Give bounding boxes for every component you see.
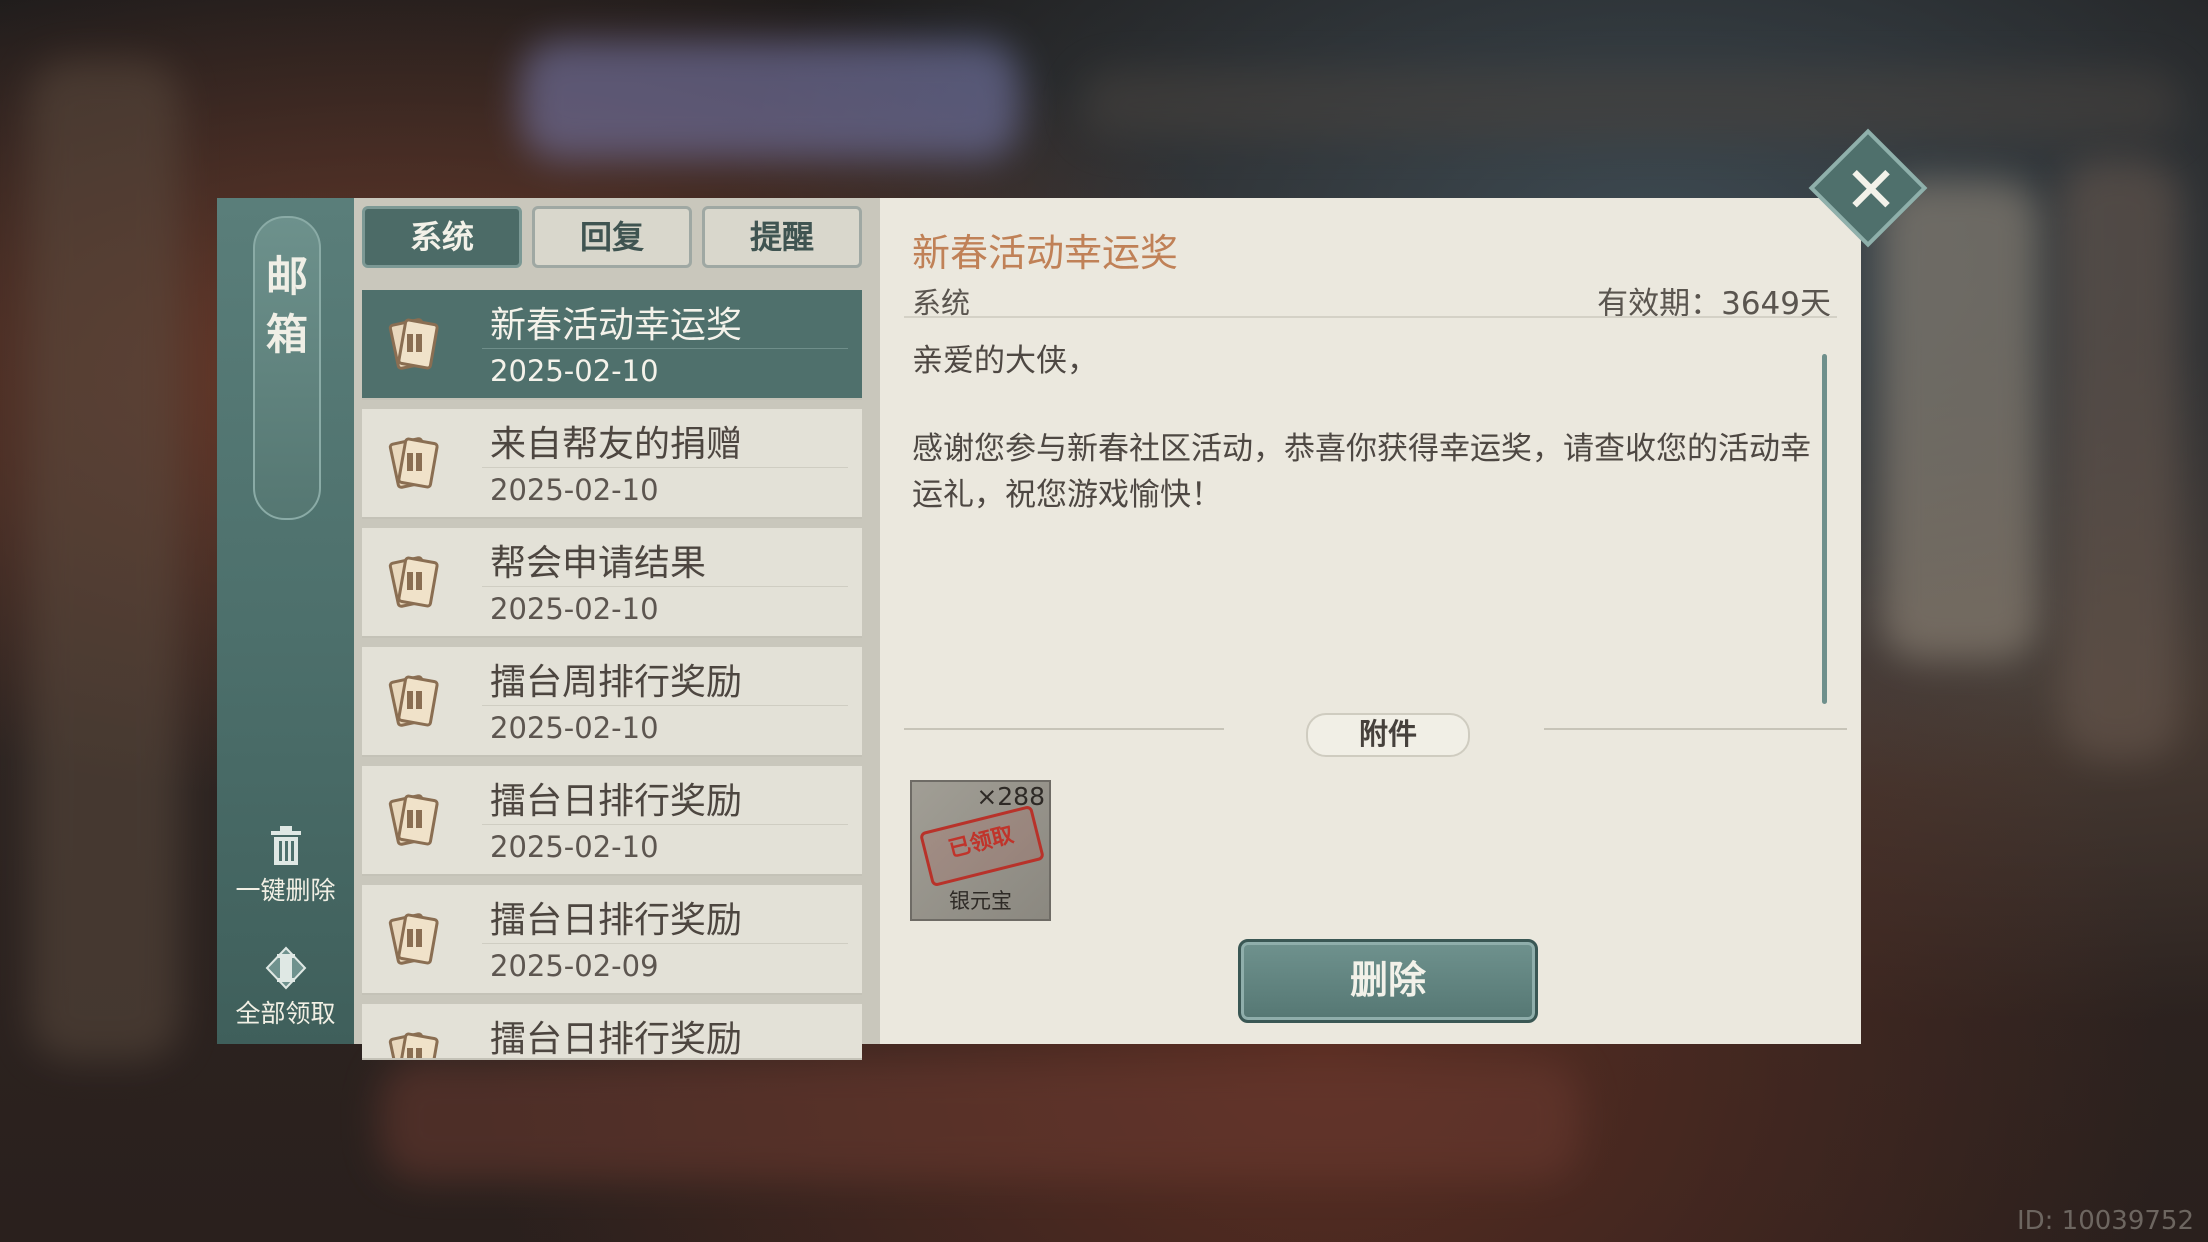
divider	[482, 586, 848, 587]
attachment-header: 附件	[904, 713, 1847, 757]
mail-detail-title: 新春活动幸运奖	[912, 231, 1179, 275]
detail-scrollbar[interactable]	[1822, 354, 1827, 704]
attachment-item[interactable]: ×288 已领取 银元宝	[910, 780, 1051, 921]
mail-greeting: 亲爱的大侠，	[912, 343, 1098, 379]
mailbox-title: 邮 箱	[253, 216, 321, 520]
tab-reply[interactable]: 回复	[532, 206, 692, 268]
mail-list-item[interactable]: 擂台周排行奖励 2025-02-10	[362, 647, 862, 757]
mail-detail-body: 亲爱的大侠， 感谢您参与新春社区活动，恭喜你获得幸运奖，请查收您的活动幸运礼，祝…	[912, 338, 1812, 560]
mail-icon	[380, 788, 444, 852]
mail-list-item[interactable]: 擂台日排行奖励 2025-02-09	[362, 885, 862, 995]
mail-item-title: 擂台日排行奖励	[490, 1019, 743, 1060]
claim-all-button[interactable]: 全部领取	[217, 946, 354, 1030]
mail-item-title: 擂台日排行奖励	[490, 900, 743, 941]
divider	[904, 316, 1837, 318]
mail-item-date: 2025-02-10	[490, 830, 659, 864]
mail-item-title: 来自帮友的捐赠	[490, 424, 743, 465]
mail-list-item[interactable]: 新春活动幸运奖 2025-02-10	[362, 290, 862, 400]
mail-item-date: 2025-02-10	[490, 592, 659, 626]
divider	[482, 943, 848, 944]
mail-list-item[interactable]: 来自帮友的捐赠 2025-02-10	[362, 409, 862, 519]
mail-icon	[380, 550, 444, 614]
divider	[482, 467, 848, 468]
claim-all-label: 全部领取	[235, 999, 336, 1028]
mail-icon	[380, 669, 444, 733]
divider	[482, 705, 848, 706]
mail-icon	[380, 431, 444, 495]
attachment-count: ×288	[976, 782, 1045, 811]
mailbox-rail: 邮 箱 一键删除 全部领取	[217, 198, 356, 1044]
mail-item-title: 帮会申请结果	[490, 543, 707, 584]
mail-icon	[380, 312, 444, 376]
claimed-stamp: 已领取	[918, 804, 1046, 888]
mail-item-title: 新春活动幸运奖	[490, 305, 743, 346]
divider	[1544, 728, 1847, 730]
mail-body-text: 感谢您参与新春社区活动，恭喜你获得幸运奖，请查收您的活动幸运礼，祝您游戏愉快！	[912, 431, 1811, 513]
mail-icon	[380, 907, 444, 971]
attachment-name: 银元宝	[949, 889, 1012, 913]
claim-scroll-icon	[265, 946, 307, 990]
tab-system[interactable]: 系统	[362, 206, 522, 268]
attachment-label: 附件	[1306, 713, 1470, 757]
mail-list-item[interactable]: 擂台日排行奖励	[362, 1004, 862, 1060]
delete-button[interactable]: 删除	[1238, 939, 1538, 1023]
delete-all-label: 一键删除	[235, 876, 336, 905]
footer-id: ID: 10039752	[2016, 1206, 2194, 1236]
mail-item-date: 2025-02-09	[490, 949, 659, 983]
mail-item-date: 2025-02-10	[490, 711, 659, 745]
tab-reminder[interactable]: 提醒	[702, 206, 862, 268]
mail-list: 新春活动幸运奖 2025-02-10 来自帮友的捐赠 2025-02-10 帮会申请结果…	[362, 290, 862, 1069]
divider	[482, 348, 848, 349]
mail-window: 邮 箱 一键删除 全部领取 系统 回复 提醒 新春活动幸运奖 2025-02-1…	[217, 198, 1861, 1060]
delete-all-button[interactable]: 一键删除	[217, 823, 354, 907]
mailbox-title-char-1: 邮	[265, 252, 308, 301]
mail-icon	[380, 1026, 444, 1058]
mail-item-title: 擂台日排行奖励	[490, 781, 743, 822]
mailbox-title-char-2: 箱	[265, 310, 308, 359]
mail-item-date: 2025-02-10	[490, 473, 659, 507]
mail-list-item[interactable]: 帮会申请结果 2025-02-10	[362, 528, 862, 638]
trash-icon	[265, 823, 307, 867]
mail-item-date: 2025-02-10	[490, 354, 659, 388]
mail-list-item[interactable]: 擂台日排行奖励 2025-02-10	[362, 766, 862, 876]
close-x-icon[interactable]: ✕	[1826, 146, 1916, 236]
divider	[904, 728, 1224, 730]
mail-item-title: 擂台周排行奖励	[490, 662, 743, 703]
mail-detail-panel: 新春活动幸运奖 系统 有效期：3649天 亲爱的大侠， 感谢您参与新春社区活动，…	[880, 198, 1861, 1044]
divider	[482, 824, 848, 825]
